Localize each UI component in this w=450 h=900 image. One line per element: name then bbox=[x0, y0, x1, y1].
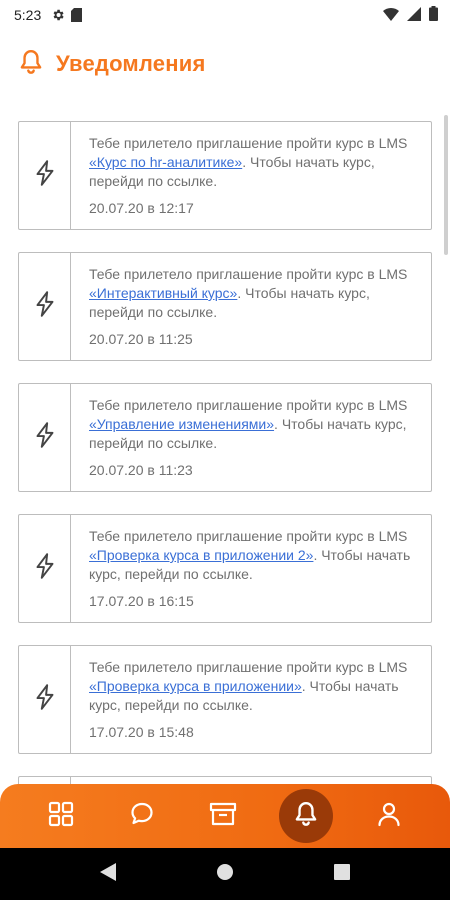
wifi-icon bbox=[383, 7, 399, 26]
archive-icon bbox=[209, 801, 237, 832]
notification-card[interactable]: Тебе прилетело приглашение пройти курс в… bbox=[18, 121, 432, 230]
notification-text: Тебе прилетело приглашение пройти курс в… bbox=[89, 658, 419, 742]
notification-card[interactable]: Тебе прилетело приглашение пройти курс в… bbox=[18, 383, 432, 492]
course-link[interactable]: «Проверка курса в приложении 2» bbox=[89, 547, 313, 563]
bottom-nav bbox=[0, 784, 450, 848]
course-link[interactable]: «Управление изменениями» bbox=[89, 416, 274, 432]
notification-text: Тебе прилетело приглашение пройти курс в… bbox=[89, 265, 419, 349]
notification-icon-cell bbox=[19, 384, 71, 491]
nav-archive-button[interactable] bbox=[198, 791, 248, 841]
nav-notifications-button[interactable] bbox=[279, 789, 334, 843]
notification-date: 17.07.20 в 15:48 bbox=[89, 724, 194, 740]
notification-prefix: Тебе прилетело приглашение пройти курс в… bbox=[89, 135, 408, 151]
nav-profile-button[interactable] bbox=[364, 791, 414, 841]
notification-icon-cell bbox=[19, 515, 71, 622]
notification-date: 17.07.20 в 16:15 bbox=[89, 593, 194, 609]
page-title: Уведомления bbox=[56, 51, 206, 76]
recents-icon[interactable] bbox=[334, 863, 350, 885]
notification-date: 20.07.20 в 11:23 bbox=[89, 462, 193, 478]
notification-date: 20.07.20 в 12:17 bbox=[89, 200, 194, 216]
sd-card-status-icon bbox=[71, 8, 83, 22]
notification-icon-cell bbox=[19, 122, 71, 229]
page-header: Уведомления bbox=[18, 48, 205, 80]
notification-text: Тебе прилетело приглашение пройти курс в… bbox=[89, 134, 419, 218]
notification-card[interactable]: Тебе прилетело приглашение пройти курс в… bbox=[18, 645, 432, 754]
status-bar: 5:23 bbox=[0, 0, 450, 30]
status-time: 5:23 bbox=[14, 7, 42, 23]
lightning-icon bbox=[32, 552, 58, 585]
course-link[interactable]: «Проверка курса в приложении» bbox=[89, 678, 302, 694]
system-nav-bar bbox=[0, 848, 450, 900]
grid-icon bbox=[48, 801, 74, 832]
notification-icon-cell bbox=[19, 253, 71, 360]
chat-icon bbox=[129, 801, 155, 832]
nav-chat-button[interactable] bbox=[117, 791, 167, 841]
profile-icon bbox=[376, 801, 402, 832]
course-link[interactable]: «Курс по hr-аналитике» bbox=[89, 154, 242, 170]
bell-icon bbox=[293, 800, 319, 833]
bell-header-icon bbox=[18, 48, 44, 81]
signal-icon bbox=[407, 6, 421, 26]
notification-prefix: Тебе прилетело приглашение пройти курс в… bbox=[89, 266, 408, 282]
notification-card[interactable]: Тебе прилетело приглашение пройти курс в… bbox=[18, 252, 432, 361]
nav-catalog-button[interactable] bbox=[36, 791, 86, 841]
notification-date: 20.07.20 в 11:25 bbox=[89, 331, 193, 347]
notification-text: Тебе прилетело приглашение пройти курс в… bbox=[89, 396, 419, 480]
notification-card[interactable]: Тебе прилетело приглашение пройти курс в… bbox=[18, 514, 432, 623]
notification-prefix: Тебе прилетело приглашение пройти курс в… bbox=[89, 659, 408, 675]
home-icon[interactable] bbox=[216, 863, 234, 886]
notification-prefix: Тебе прилетело приглашение пройти курс в… bbox=[89, 397, 408, 413]
lightning-icon bbox=[32, 683, 58, 716]
notification-icon-cell bbox=[19, 646, 71, 753]
status-right-icons bbox=[383, 6, 438, 26]
settings-status-icon bbox=[51, 8, 65, 22]
back-icon[interactable] bbox=[100, 862, 116, 886]
lightning-icon bbox=[32, 421, 58, 454]
course-link[interactable]: «Интерактивный курс» bbox=[89, 285, 237, 301]
lightning-icon bbox=[32, 290, 58, 323]
scrollbar[interactable] bbox=[444, 115, 448, 255]
notification-text: Тебе прилетело приглашение пройти курс в… bbox=[89, 527, 419, 611]
notification-prefix: Тебе прилетело приглашение пройти курс в… bbox=[89, 528, 408, 544]
battery-icon bbox=[429, 6, 438, 26]
lightning-icon bbox=[32, 159, 58, 192]
